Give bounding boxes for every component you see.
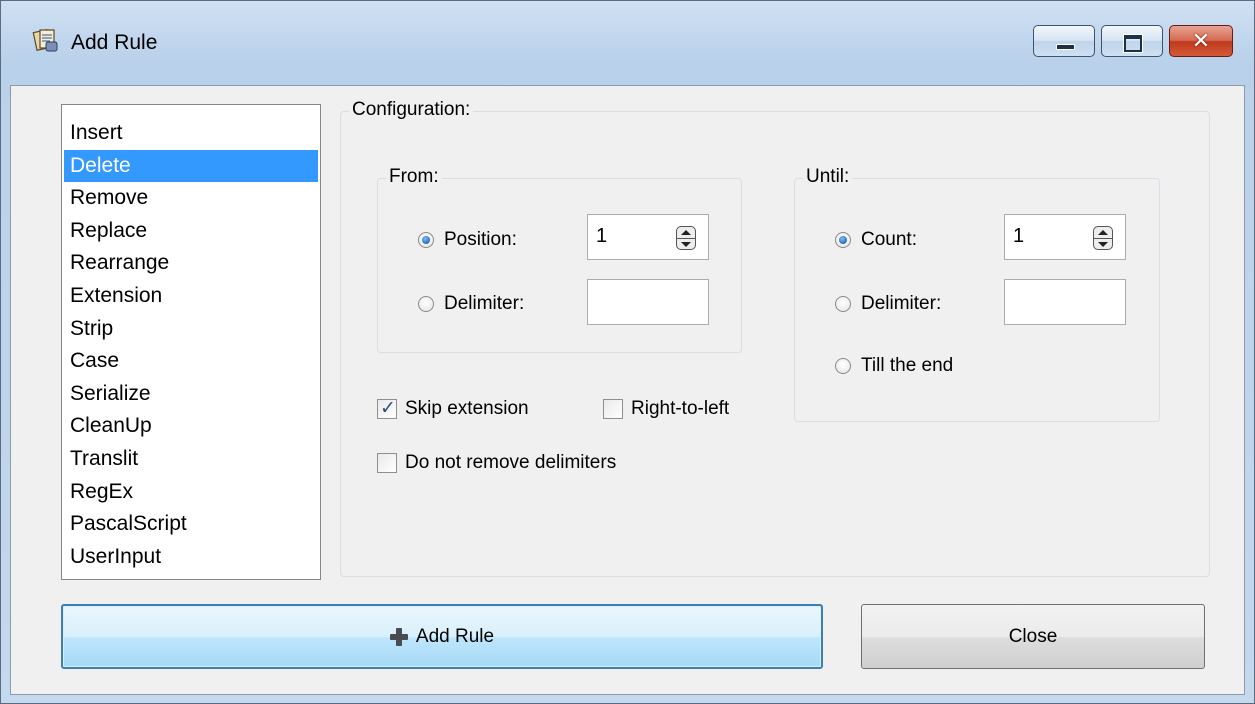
maximize-icon <box>1124 35 1142 52</box>
from-delimiter-option[interactable]: Delimiter: <box>418 293 524 315</box>
rule-list-item[interactable]: CleanUp <box>64 410 318 443</box>
rule-list-item[interactable]: RegEx <box>64 476 318 509</box>
add-rule-window: Add Rule ✕ Insert Delete Remove Replace Rear… <box>0 0 1255 704</box>
do-not-remove-delimiters-option[interactable]: Do not remove delimiters <box>377 452 616 474</box>
from-position-option[interactable]: Position: <box>418 229 517 251</box>
from-label: From: <box>386 166 442 188</box>
rule-list-item[interactable]: Translit <box>64 443 318 476</box>
add-rule-button[interactable]: Add Rule <box>61 604 823 669</box>
from-delimiter-input[interactable] <box>587 279 709 325</box>
position-spin-input[interactable]: 1 <box>587 214 709 260</box>
position-spinner[interactable] <box>676 226 696 250</box>
window-title: Add Rule <box>71 31 158 54</box>
position-value: 1 <box>596 225 608 247</box>
from-delimiter-label: Delimiter: <box>444 293 525 314</box>
close-window-button[interactable]: ✕ <box>1169 25 1233 57</box>
title-bar[interactable]: Add Rule ✕ <box>1 1 1254 85</box>
count-spinner[interactable] <box>1093 226 1113 250</box>
dialog-client-area: Insert Delete Remove Replace Rearrange Extens… <box>10 85 1245 695</box>
until-delimiter-option[interactable]: Delimiter: <box>835 293 941 315</box>
rule-list-item[interactable]: Rearrange <box>64 247 318 280</box>
spin-down-icon[interactable] <box>677 239 695 249</box>
rule-list-item[interactable]: Strip <box>64 313 318 346</box>
do-not-remove-delimiters-label: Do not remove delimiters <box>405 452 617 473</box>
count-value: 1 <box>1013 225 1025 247</box>
spin-down-icon[interactable] <box>1094 239 1112 249</box>
rule-list-item[interactable]: Delete <box>64 149 318 183</box>
maximize-button[interactable] <box>1101 25 1163 57</box>
rule-list-item[interactable]: Insert <box>64 117 318 150</box>
rule-list-item[interactable]: Replace <box>64 215 318 248</box>
rule-list-item[interactable]: Remove <box>64 182 318 215</box>
rule-list-item[interactable]: UserInput <box>64 541 318 574</box>
right-to-left-label: Right-to-left <box>631 398 730 419</box>
do-not-remove-delimiters-checkbox[interactable] <box>377 453 397 473</box>
count-label: Count: <box>861 229 917 250</box>
until-group: Until: Count: 1 Delimiter: Till the end <box>794 166 1160 422</box>
rule-list-item[interactable]: Extension <box>64 280 318 313</box>
until-count-option[interactable]: Count: <box>835 229 917 251</box>
position-label: Position: <box>444 229 517 250</box>
until-delimiter-label: Delimiter: <box>861 293 942 314</box>
skip-extension-checkbox[interactable] <box>377 397 397 420</box>
minimize-icon <box>1056 44 1075 50</box>
configuration-label: Configuration: <box>349 99 474 121</box>
add-rule-label: Add Rule <box>415 625 495 647</box>
from-group: From: Position: 1 Delimiter: <box>377 166 742 353</box>
until-label: Until: <box>803 166 853 188</box>
skip-extension-label: Skip extension <box>405 398 529 419</box>
count-radio[interactable] <box>835 232 851 248</box>
right-to-left-option[interactable]: Right-to-left <box>603 398 729 420</box>
spin-up-icon[interactable] <box>1094 227 1112 239</box>
rule-list[interactable]: Insert Delete Remove Replace Rearrange Extens… <box>61 104 321 580</box>
close-button[interactable]: Close <box>861 604 1205 669</box>
rule-list-item[interactable]: Serialize <box>64 378 318 411</box>
position-radio[interactable] <box>418 232 434 248</box>
until-delimiter-input[interactable] <box>1004 279 1126 325</box>
skip-extension-option[interactable]: Skip extension <box>377 397 529 420</box>
spin-up-icon[interactable] <box>677 227 695 239</box>
from-delimiter-radio[interactable] <box>418 296 434 312</box>
until-delimiter-radio[interactable] <box>835 296 851 312</box>
close-icon: ✕ <box>1191 28 1211 53</box>
close-label: Close <box>1008 625 1058 647</box>
rule-list-item[interactable]: PascalScript <box>64 508 318 541</box>
app-icon <box>32 29 58 52</box>
till-the-end-radio[interactable] <box>835 358 851 374</box>
plus-icon <box>389 627 408 646</box>
till-the-end-label: Till the end <box>861 355 954 376</box>
till-the-end-option[interactable]: Till the end <box>835 355 953 377</box>
minimize-button[interactable] <box>1033 25 1095 57</box>
rule-list-item[interactable]: Case <box>64 345 318 378</box>
count-spin-input[interactable]: 1 <box>1004 214 1126 260</box>
right-to-left-checkbox[interactable] <box>603 399 623 419</box>
